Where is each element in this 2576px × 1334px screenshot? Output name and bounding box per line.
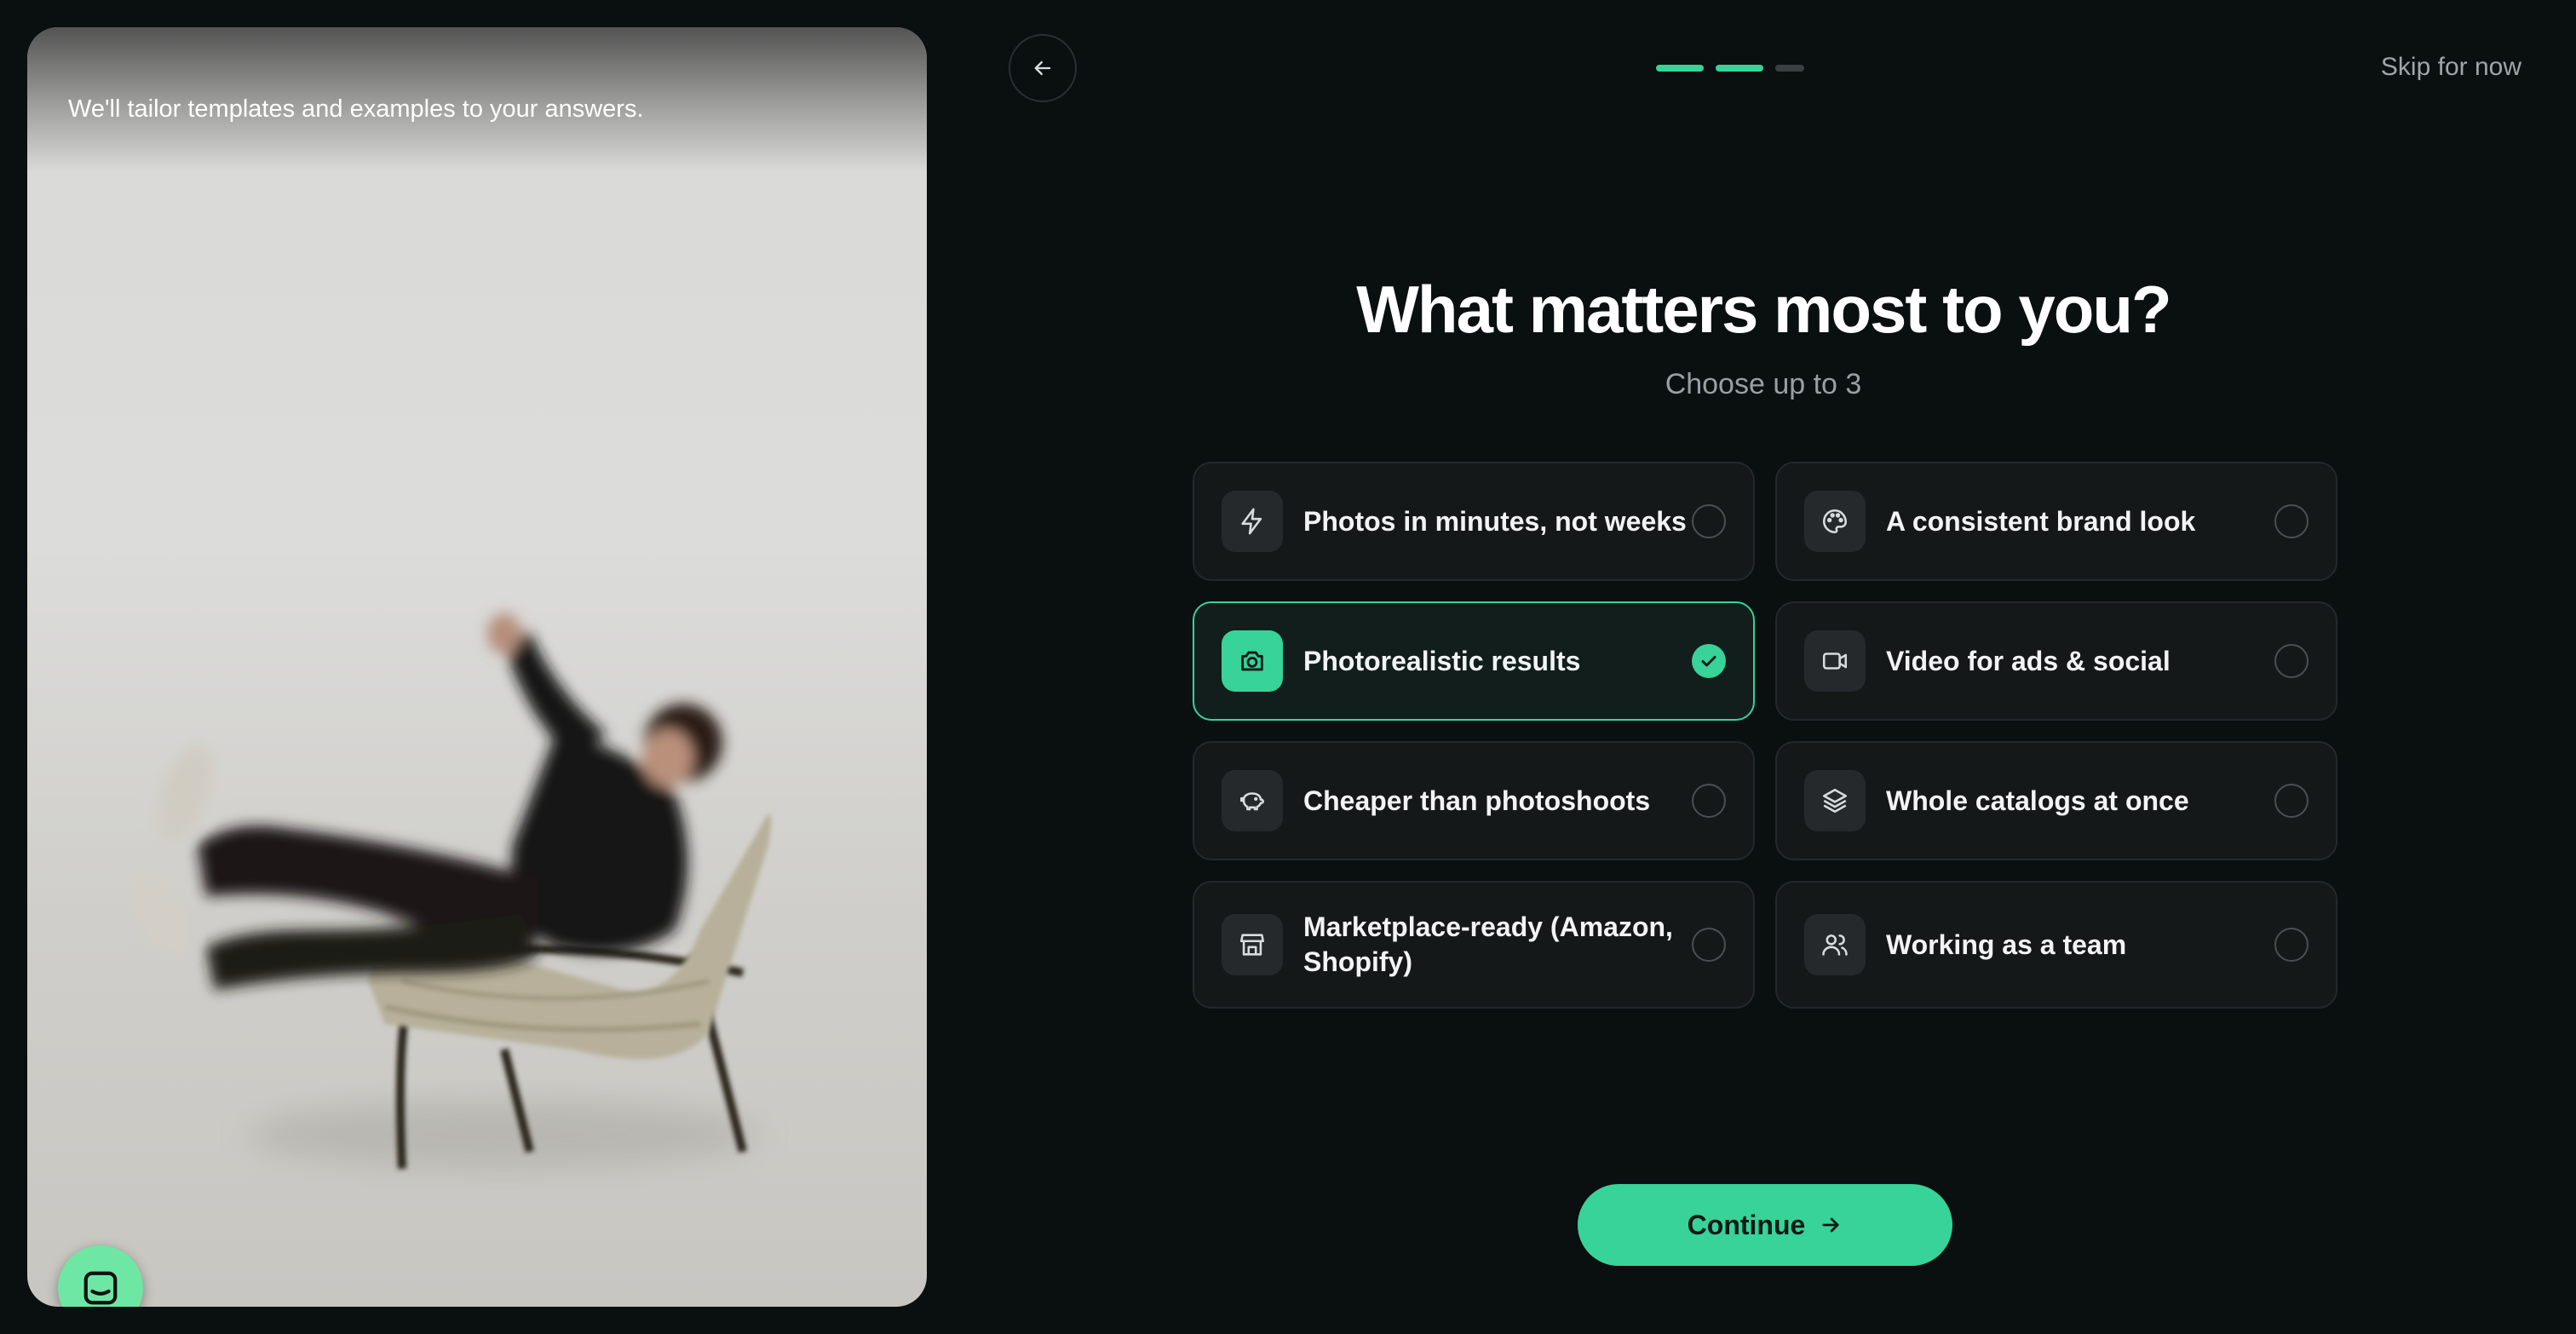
option-radio[interactable] bbox=[1692, 504, 1726, 538]
option-radio-checked[interactable] bbox=[1692, 644, 1726, 678]
option-label: A consistent brand look bbox=[1886, 505, 2196, 537]
option-label: Video for ads & social bbox=[1886, 645, 2171, 676]
step-progress bbox=[1656, 65, 1804, 72]
camera-icon bbox=[1241, 651, 1263, 671]
hero-photo: We'll tailor templates and examples to y… bbox=[27, 27, 927, 1307]
piggy-bank-icon bbox=[1239, 792, 1265, 811]
option-label: Marketplace-ready (Amazon, Shopify) bbox=[1303, 911, 1673, 977]
page-subtitle: Choose up to 3 bbox=[1665, 368, 1862, 400]
continue-label: Continue bbox=[1687, 1209, 1806, 1240]
layers-icon bbox=[1822, 788, 1848, 814]
option-label: Cheaper than photoshoots bbox=[1303, 785, 1651, 816]
option-photos-in-minutes[interactable]: Photos in minutes, not weeks bbox=[1193, 462, 1755, 581]
progress-step bbox=[1716, 65, 1763, 72]
progress-step bbox=[1656, 65, 1704, 72]
option-marketplace-ready[interactable]: Marketplace-ready (Amazon, Shopify) bbox=[1193, 881, 1755, 1009]
video-icon bbox=[1822, 653, 1848, 670]
option-label: Whole catalogs at once bbox=[1886, 785, 2189, 816]
panel-caption: We'll tailor templates and examples to y… bbox=[68, 95, 644, 123]
option-radio[interactable] bbox=[1692, 928, 1726, 962]
option-label: Working as a team bbox=[1886, 929, 2127, 960]
option-video-ads[interactable]: Video for ads & social bbox=[1775, 601, 2337, 721]
lightning-icon bbox=[1241, 508, 1262, 535]
option-cheaper[interactable]: Cheaper than photoshoots bbox=[1193, 741, 1755, 860]
continue-button[interactable]: Continue bbox=[1578, 1184, 1952, 1266]
page-title: What matters most to you? bbox=[1356, 272, 2171, 347]
progress-step bbox=[1775, 65, 1804, 72]
option-radio[interactable] bbox=[2274, 504, 2309, 538]
users-icon bbox=[1822, 934, 1848, 956]
palette-icon bbox=[1822, 509, 1848, 534]
option-team[interactable]: Working as a team bbox=[1775, 881, 2337, 1009]
option-radio[interactable] bbox=[2274, 644, 2309, 678]
falling-man-in-chair-illustration bbox=[129, 613, 772, 1170]
option-photorealistic[interactable]: Photorealistic results bbox=[1193, 601, 1755, 721]
option-brand-look[interactable]: A consistent brand look bbox=[1775, 462, 2337, 581]
skip-link[interactable]: Skip for now bbox=[2381, 53, 2521, 82]
option-radio[interactable] bbox=[1692, 784, 1726, 818]
store-icon bbox=[1239, 934, 1265, 956]
check-icon bbox=[1701, 656, 1716, 667]
option-label: Photorealistic results bbox=[1303, 645, 1581, 676]
back-button[interactable] bbox=[1009, 34, 1077, 102]
option-radio[interactable] bbox=[2274, 928, 2309, 962]
arrow-left-icon bbox=[1034, 60, 1051, 76]
chat-icon bbox=[83, 1271, 118, 1305]
arrow-right-icon bbox=[1822, 1217, 1839, 1233]
option-label: Photos in minutes, not weeks bbox=[1303, 505, 1687, 537]
option-radio[interactable] bbox=[2274, 784, 2309, 818]
option-whole-catalogs[interactable]: Whole catalogs at once bbox=[1775, 741, 2337, 860]
